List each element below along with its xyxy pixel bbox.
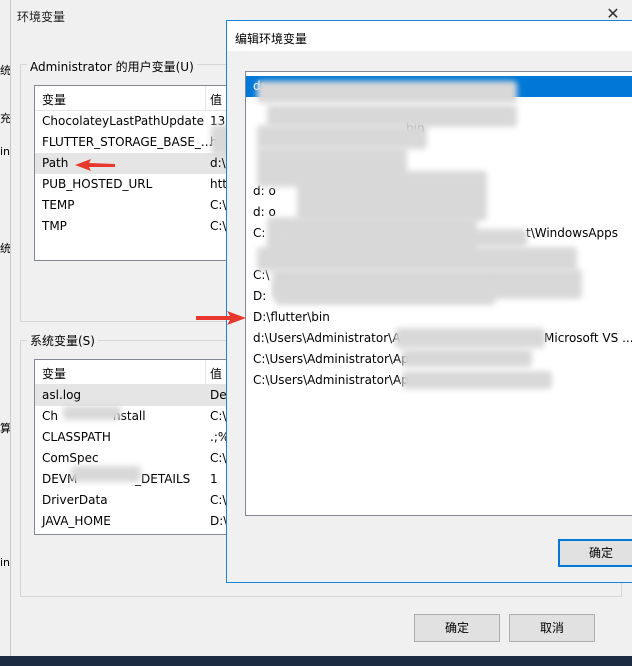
table-row[interactable]: ComSpec C:\: [35, 448, 255, 469]
variable-value: C:\: [210, 219, 227, 233]
column-separator[interactable]: [205, 360, 206, 384]
path-entry-tail: Microsoft VS ...: [544, 331, 632, 345]
variable-name: DriverData: [42, 493, 108, 507]
variable-name: Path: [42, 156, 69, 170]
cancel-button[interactable]: 取消: [509, 614, 595, 642]
redaction-blur: [297, 171, 487, 221]
variable-value: C:\: [210, 198, 227, 212]
background-text: in: [0, 145, 11, 158]
background-window: 统 充 in 统 算 in: [0, 0, 11, 656]
redaction-blur: [277, 229, 527, 247]
ok-button[interactable]: 确定: [414, 614, 500, 642]
redaction-blur: [71, 466, 141, 482]
path-entry-text: C:\Users\Administrator\Ap: [253, 373, 409, 387]
variable-name: TMP: [42, 219, 67, 233]
variable-name: ComSpec: [42, 451, 99, 465]
variable-value: 1: [210, 472, 218, 486]
user-variables-list[interactable]: 变量 值 ChocolateyLastPathUpdate 132 FLUTTER…: [34, 85, 256, 261]
redaction-blur: [395, 328, 545, 348]
column-header-value[interactable]: 值: [210, 365, 222, 382]
red-arrow-icon: [75, 159, 115, 171]
table-row[interactable]: TMP C:\: [35, 216, 255, 237]
title-bar[interactable]: 编辑环境变量: [227, 21, 632, 51]
redaction-blur: [402, 371, 552, 389]
path-entry-text: D:\flutter\bin: [253, 310, 330, 324]
path-entry-text: D:: [253, 289, 267, 303]
system-variables-label: 系统变量(S): [27, 332, 98, 349]
table-row-path[interactable]: Path d:\: [35, 153, 255, 174]
column-header-variable[interactable]: 变量: [42, 91, 66, 108]
variable-name: TEMP: [42, 198, 75, 212]
table-row[interactable]: asl.log De: [35, 385, 255, 406]
column-header-value[interactable]: 值: [210, 91, 222, 108]
variable-name: FLUTTER_STORAGE_BASE_...: [42, 135, 213, 149]
redaction-blur: [257, 81, 517, 103]
redaction-blur: [275, 283, 495, 305]
variable-value: D:\: [210, 514, 228, 528]
variable-value: C:\: [210, 409, 227, 423]
variable-name: JAVA_HOME: [42, 514, 111, 528]
dialog-title: 编辑环境变量: [235, 32, 308, 46]
redaction-blur: [267, 105, 517, 127]
system-variables-list[interactable]: 变量 值 asl.log De Ch nstall C:\ CLASSPATH.;% …: [34, 359, 256, 535]
ok-button[interactable]: 确定: [558, 539, 632, 567]
column-header-variable[interactable]: 变量: [42, 365, 66, 382]
user-variables-label: Administrator 的用户变量(U): [27, 58, 197, 75]
variable-value: C:\: [210, 493, 227, 507]
variable-value: De: [210, 388, 227, 402]
table-row[interactable]: PUB_HOSTED_URL http: [35, 174, 255, 195]
table-row[interactable]: TEMP C:\: [35, 195, 255, 216]
variable-name-tail: _DETAILS: [135, 472, 191, 486]
variable-name: Ch: [42, 409, 58, 423]
variable-name: CLASSPATH: [42, 430, 111, 444]
table-row[interactable]: DriverData C:\: [35, 490, 255, 511]
path-entry-text: C:: [253, 226, 266, 240]
variable-name: PUB_HOSTED_URL: [42, 177, 153, 191]
redaction-blur: [257, 247, 577, 271]
variable-value: d:\: [210, 156, 226, 170]
path-entry-tail: t\WindowsApps: [526, 226, 619, 240]
list-header: 变量 值: [35, 86, 255, 111]
variable-name: ChocolateyLastPathUpdate: [42, 114, 204, 128]
column-separator[interactable]: [205, 86, 206, 110]
table-row[interactable]: DEVM _DETAILS 1: [35, 469, 255, 490]
table-row[interactable]: CLASSPATH.;%: [35, 427, 255, 448]
variable-value: C:\: [210, 451, 227, 465]
redaction-blur: [257, 125, 427, 149]
red-arrow-icon: [196, 311, 246, 325]
edit-environment-variable-dialog: 编辑环境变量 d: bin d: o d: o C:t\WindowsApps …: [226, 20, 632, 583]
list-item-flutter-bin[interactable]: D:\flutter\bin: [246, 307, 632, 328]
table-row[interactable]: JAVA_HOME D:\: [35, 511, 255, 532]
path-entry-text: C:\Users\Administrator\Ap: [253, 352, 409, 366]
path-entry-text: d:\Users\Administrator\A: [253, 331, 401, 345]
background-text: in: [0, 556, 11, 569]
variable-name: asl.log: [42, 388, 82, 402]
dialog-title: 环境变量: [17, 10, 66, 24]
redaction-blur: [402, 349, 532, 367]
list-header: 变量 值: [35, 360, 255, 385]
redaction-blur: [63, 406, 121, 420]
